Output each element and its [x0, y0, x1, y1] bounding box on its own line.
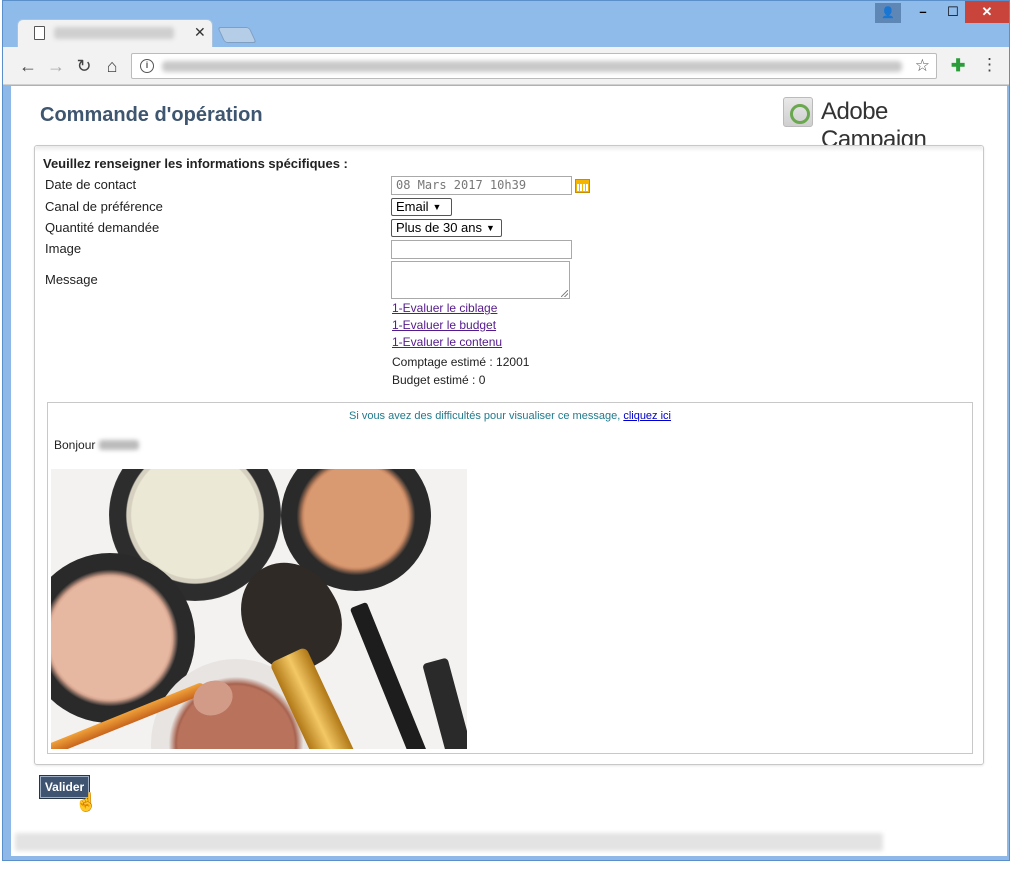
status-bar-redacted: [15, 833, 883, 851]
forward-icon[interactable]: →: [45, 55, 67, 77]
preview-note-text: Si vous avez des difficultés pour visual…: [348, 410, 621, 422]
extension-icon[interactable]: ✚: [951, 56, 965, 76]
title-bar: ✕ 👤 – ☐ ✕: [3, 1, 1009, 47]
info-icon[interactable]: i: [140, 59, 154, 73]
minimize-icon[interactable]: –: [909, 1, 937, 23]
canal-select[interactable]: Email ▼: [391, 198, 452, 216]
evaluate-budget-link[interactable]: 1-Evaluer le budget: [392, 318, 496, 332]
section-title: Veuillez renseigner les informations spé…: [43, 156, 348, 171]
back-icon[interactable]: ←: [17, 55, 39, 77]
makeup-product-image: [51, 469, 467, 749]
recipient-name-redacted: [99, 440, 140, 450]
tab-title-redacted: [54, 27, 174, 39]
preview-note: Si vous avez des difficultés pour visual…: [48, 410, 972, 422]
address-bar[interactable]: i ☆: [131, 53, 937, 79]
greeting-text: Bonjour: [54, 438, 96, 452]
new-tab-button[interactable]: [217, 27, 257, 43]
hand-pointer-cursor-icon: ☝: [75, 792, 98, 812]
quantity-select[interactable]: Plus de 30 ans ▼: [391, 219, 502, 237]
estimated-count: Comptage estimé : 12001: [392, 355, 530, 369]
page-title: Commande d'opération: [40, 104, 263, 126]
form-panel: Veuillez renseigner les informations spé…: [34, 145, 984, 765]
message-textarea[interactable]: [391, 261, 570, 299]
quantity-select-value: Plus de 30 ans: [396, 220, 483, 235]
close-window-icon[interactable]: ✕: [965, 1, 1009, 23]
page-viewport: Commande d'opération Adobe Campaign Veui…: [11, 86, 1007, 856]
canal-select-value: Email: [396, 199, 429, 214]
dropdown-arrow-icon: ▼: [486, 223, 495, 233]
estimated-budget: Budget estimé : 0: [392, 373, 486, 387]
url-redacted: [162, 61, 902, 72]
image-field[interactable]: [391, 240, 572, 259]
preview-click-here-link[interactable]: cliquez ici: [623, 410, 671, 422]
adobe-campaign-logo-icon: [783, 97, 813, 127]
dropdown-arrow-icon: ▼: [432, 202, 442, 212]
message-label: Message: [45, 272, 98, 287]
bookmark-star-icon[interactable]: ☆: [915, 56, 930, 76]
brand: Adobe Campaign: [783, 96, 983, 153]
canal-label: Canal de préférence: [45, 199, 163, 214]
panel-header-strip: [35, 146, 983, 152]
evaluate-content-link[interactable]: 1-Evaluer le contenu: [392, 335, 502, 349]
mascara-tube: [422, 657, 467, 749]
eyeliner-pencil: [349, 601, 431, 749]
date-contact-field[interactable]: 08 Mars 2017 10h39: [391, 176, 572, 195]
calendar-icon[interactable]: [575, 179, 590, 193]
browser-window: ✕ 👤 – ☐ ✕ ← → ↻ ⌂ i ☆ ✚ ⋮ Commande d'opé…: [2, 0, 1010, 861]
date-label: Date de contact: [45, 177, 137, 192]
browser-tab[interactable]: ✕: [17, 19, 213, 47]
email-preview: Si vous avez des difficultés pour visual…: [47, 402, 973, 754]
browser-toolbar: ← → ↻ ⌂ i ☆ ✚ ⋮: [3, 47, 1009, 85]
quantity-label: Quantité demandée: [45, 220, 160, 235]
maximize-icon[interactable]: ☐: [939, 1, 967, 23]
image-label: Image: [45, 241, 82, 256]
page-icon: [34, 26, 45, 40]
user-profile-icon[interactable]: 👤: [875, 3, 901, 23]
reload-icon[interactable]: ↻: [73, 55, 95, 77]
kebab-menu-icon[interactable]: ⋮: [981, 55, 998, 75]
close-tab-icon[interactable]: ✕: [194, 24, 206, 41]
greeting: Bonjour: [54, 438, 140, 452]
evaluate-targeting-link[interactable]: 1-Evaluer le ciblage: [392, 301, 497, 315]
home-icon[interactable]: ⌂: [101, 55, 123, 77]
